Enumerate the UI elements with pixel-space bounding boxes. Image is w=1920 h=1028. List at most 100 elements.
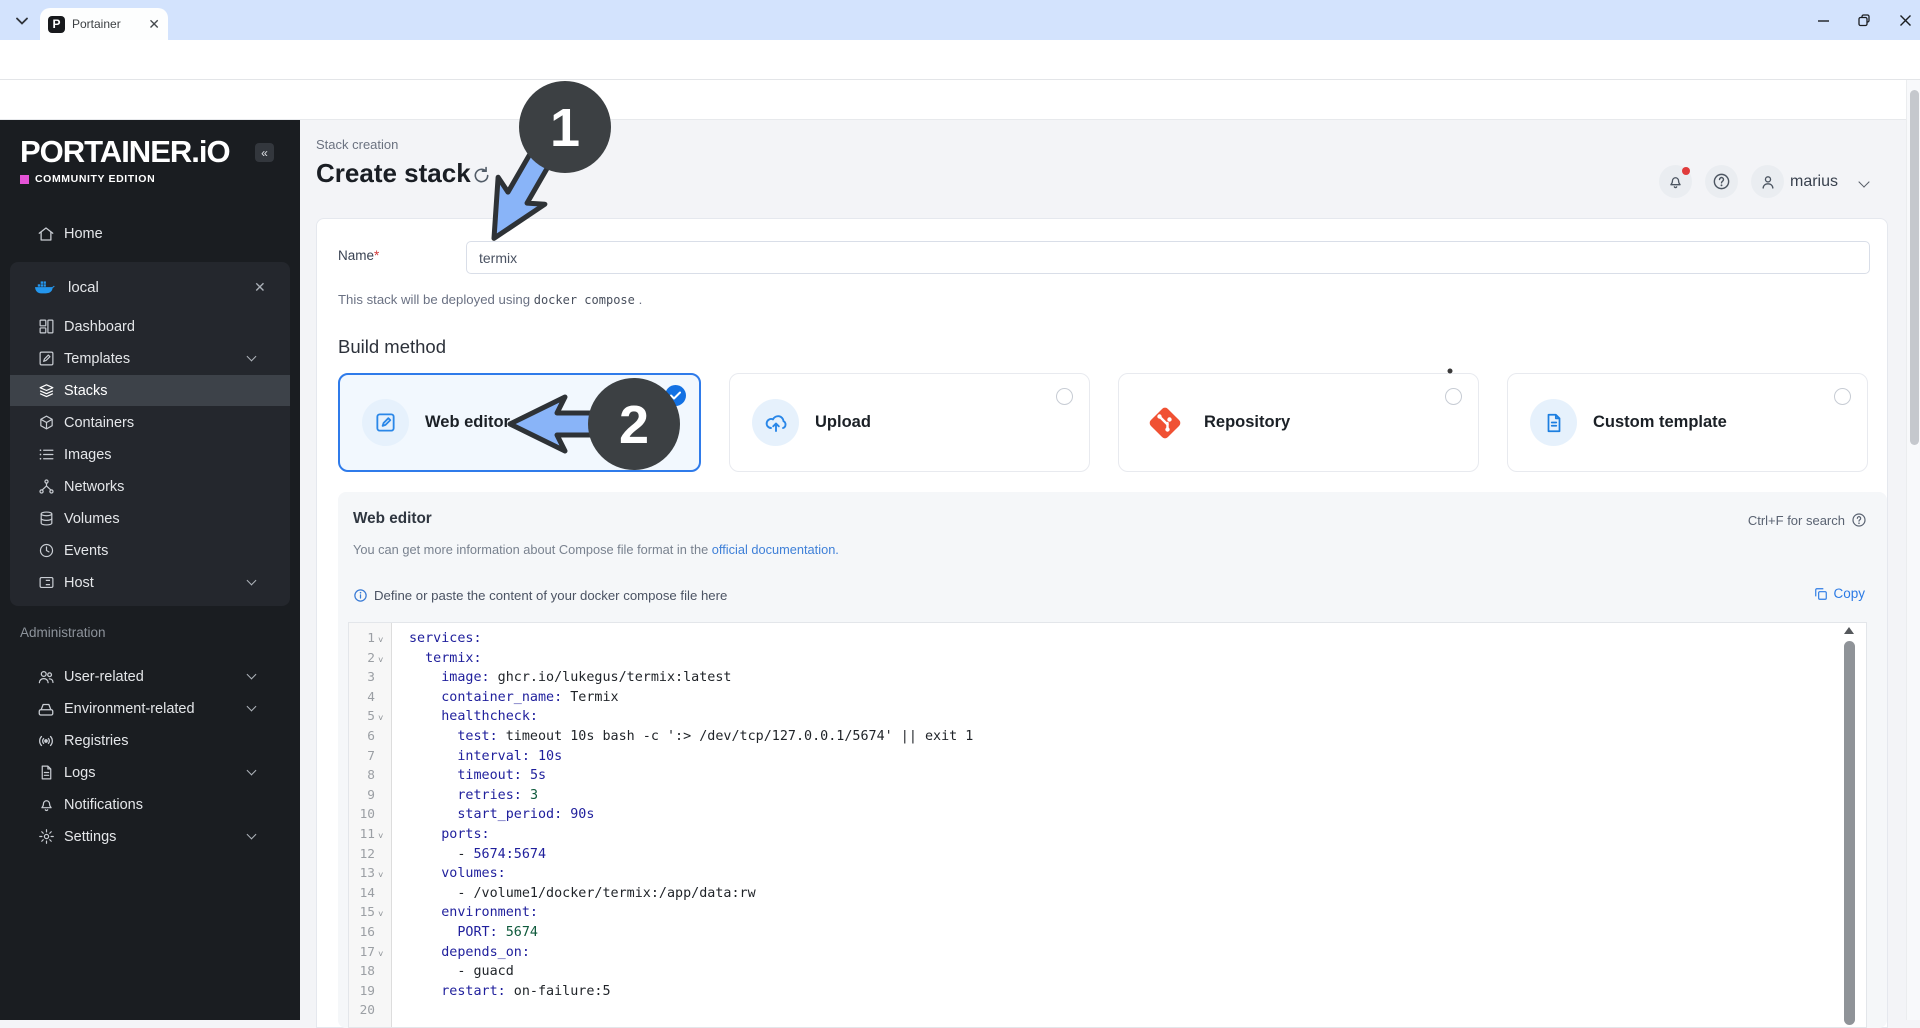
- sidebar-item-volumes[interactable]: Volumes: [10, 503, 290, 534]
- copy-icon: [1814, 587, 1828, 601]
- portainer-favicon-icon: P: [48, 16, 65, 33]
- selected-check-icon: [665, 385, 686, 406]
- radio-icon[interactable]: [1056, 388, 1073, 405]
- official-documentation-link[interactable]: official documentation.: [712, 542, 839, 557]
- networks-icon: [36, 477, 56, 497]
- code-text: start_period: 90s: [409, 805, 594, 825]
- code-text: - guacd: [409, 962, 514, 982]
- code-line: 9 retries: 3: [349, 786, 1866, 806]
- docker-compose-code: docker compose: [534, 293, 635, 307]
- code-line: 6 test: timeout 10s bash -c ':> /dev/tcp…: [349, 727, 1866, 747]
- sidebar-item-images[interactable]: Images: [10, 439, 290, 470]
- environment-name: local: [68, 279, 99, 296]
- code-area[interactable]: 1˅services:2˅ termix:3 image: ghcr.io/lu…: [349, 629, 1866, 1021]
- main-content: Stack creation Create stack marius Name*…: [300, 120, 1920, 1020]
- code-text: termix:: [409, 649, 482, 669]
- notifications-button[interactable]: [1659, 165, 1692, 198]
- compose-code-editor[interactable]: 1˅services:2˅ termix:3 image: ghcr.io/lu…: [348, 622, 1867, 1028]
- web-editor-section: Web editor Ctrl+F for search You can get…: [338, 492, 1887, 1028]
- card-upload[interactable]: Upload: [729, 373, 1090, 472]
- code-text: PORT: 5674: [409, 923, 538, 943]
- logs-icon: [36, 763, 56, 783]
- sidebar-item-registries[interactable]: Registries: [0, 725, 300, 756]
- environment-close-icon[interactable]: ✕: [254, 279, 266, 296]
- sidebar-collapse-button[interactable]: «: [255, 143, 274, 162]
- line-number: 17: [349, 943, 375, 963]
- registries-icon: [36, 731, 56, 751]
- sidebar-item-events[interactable]: Events: [10, 535, 290, 566]
- code-line: 16 PORT: 5674: [349, 923, 1866, 943]
- code-text: timeout: 5s: [409, 766, 546, 786]
- line-number: 5: [349, 707, 375, 727]
- sidebar-item-templates[interactable]: Templates: [10, 343, 290, 374]
- page-scrollbar-thumb[interactable]: [1910, 90, 1919, 445]
- line-number: 1: [349, 629, 375, 649]
- code-line: 13˅ volumes:: [349, 864, 1866, 884]
- sidebar-item-environment-related[interactable]: Environment-related: [0, 693, 300, 724]
- window-minimize-icon[interactable]: [1817, 14, 1830, 27]
- code-line: 18 - guacd: [349, 962, 1866, 982]
- sidebar-item-home[interactable]: Home: [0, 218, 300, 249]
- radio-icon[interactable]: [1834, 388, 1851, 405]
- images-icon: [36, 445, 56, 465]
- page-top-band: [0, 80, 1920, 120]
- card-web-editor[interactable]: Web editor: [338, 373, 701, 472]
- sidebar-environment-local[interactable]: local ✕: [10, 270, 290, 304]
- card-repository[interactable]: Repository: [1118, 373, 1479, 472]
- browser-toolbar: Not secure 192.168.1.18:9000/#!/2/docker…: [0, 40, 1920, 80]
- sidebar-item-dashboard[interactable]: Dashboard: [10, 311, 290, 342]
- page-title: Create stack: [316, 158, 471, 189]
- copy-button[interactable]: Copy: [1814, 586, 1865, 601]
- user-avatar-button[interactable]: [1751, 165, 1784, 198]
- sidebar-item-networks[interactable]: Networks: [10, 471, 290, 502]
- chevron-down-icon: [247, 702, 257, 712]
- tab-close-icon[interactable]: ✕: [148, 17, 160, 31]
- code-line: 3 image: ghcr.io/lukegus/termix:latest: [349, 668, 1866, 688]
- code-text: image: ghcr.io/lukegus/termix:latest: [409, 668, 731, 688]
- line-number: 9: [349, 786, 375, 806]
- username[interactable]: marius: [1790, 173, 1838, 191]
- sidebar-item-logs[interactable]: Logs: [0, 757, 300, 788]
- editor-scrollbar[interactable]: [1844, 641, 1855, 1025]
- line-number: 12: [349, 845, 375, 865]
- code-line: 7 interval: 10s: [349, 747, 1866, 767]
- browser-tab[interactable]: P Portainer ✕: [40, 8, 168, 40]
- page-scrollbar[interactable]: [1906, 80, 1920, 1020]
- card-custom-template[interactable]: Custom template: [1507, 373, 1868, 472]
- sidebar-item-user-related[interactable]: User-related: [0, 661, 300, 692]
- line-number: 3: [349, 668, 375, 688]
- sidebar-item-host[interactable]: Host: [10, 567, 290, 598]
- editor-scrollbar-up-icon[interactable]: [1844, 627, 1854, 634]
- sidebar-item-notifications[interactable]: Notifications: [0, 789, 300, 820]
- tab-title: Portainer: [72, 17, 140, 31]
- notification-dot: [1682, 167, 1690, 175]
- tab-search-button[interactable]: [10, 9, 34, 33]
- sidebar-item-containers[interactable]: Containers: [10, 407, 290, 438]
- help-circle-icon[interactable]: [1851, 512, 1867, 528]
- window-close-icon[interactable]: [1899, 14, 1912, 27]
- chevron-down-icon: [247, 352, 257, 362]
- templates-icon: [36, 349, 56, 369]
- stack-name-input[interactable]: [466, 241, 1870, 274]
- code-text: retries: 3: [409, 786, 538, 806]
- stack-form-panel: Name* This stack will be deployed using …: [316, 218, 1888, 1028]
- sidebar-item-settings[interactable]: Settings: [0, 821, 300, 852]
- git-repository-icon: [1141, 399, 1188, 446]
- code-line: 19 restart: on-failure:5: [349, 982, 1866, 1002]
- name-label: Name*: [338, 248, 379, 263]
- help-button[interactable]: [1705, 165, 1738, 198]
- line-number: 13: [349, 864, 375, 884]
- dashboard-icon: [36, 317, 56, 337]
- refresh-icon[interactable]: [472, 166, 491, 185]
- code-text: healthcheck:: [409, 707, 538, 727]
- radio-icon[interactable]: [1445, 388, 1462, 405]
- code-text: container_name: Termix: [409, 688, 619, 708]
- sidebar-item-stacks[interactable]: Stacks: [10, 375, 290, 406]
- code-text: services:: [409, 629, 482, 649]
- code-line: 4 container_name: Termix: [349, 688, 1866, 708]
- line-number: 15: [349, 903, 375, 923]
- user-menu-chevron-icon[interactable]: [1858, 176, 1869, 187]
- administration-section-label: Administration: [20, 625, 106, 640]
- window-restore-icon[interactable]: [1858, 14, 1871, 27]
- line-number: 20: [349, 1001, 375, 1021]
